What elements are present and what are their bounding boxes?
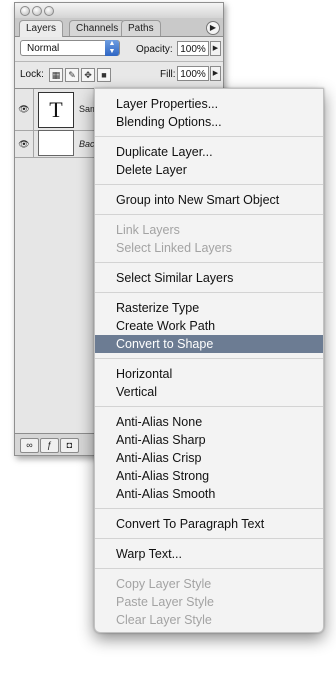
tab-layers[interactable]: Layers: [19, 20, 64, 37]
link-layers-icon[interactable]: ∞: [20, 438, 39, 453]
chevron-right-icon: ▶: [212, 45, 219, 52]
tab-channels[interactable]: Channels: [69, 20, 126, 36]
menu-separator: [95, 136, 323, 137]
menu-item-convert-to-shape[interactable]: Convert to Shape: [95, 335, 323, 353]
menu-item-group-into-new-smart-object[interactable]: Group into New Smart Object: [95, 191, 323, 209]
menu-item-link-layers: Link Layers: [116, 223, 180, 237]
menu-item-convert-to-paragraph-text[interactable]: Convert To Paragraph Text: [95, 515, 323, 533]
menu-separator: [95, 214, 323, 215]
blend-mode-value: Normal: [27, 43, 60, 54]
fill-label: Fill:: [160, 69, 176, 80]
lock-move-icon[interactable]: ✥: [81, 68, 95, 82]
palette-menu-button[interactable]: ▶: [206, 21, 220, 35]
menu-item-duplicate-layer[interactable]: Duplicate Layer...: [95, 143, 323, 161]
menu-separator: [95, 538, 323, 539]
zoom-window-icon[interactable]: [44, 6, 54, 16]
text-layer-thumbnail: T: [38, 92, 74, 128]
menu-item-rasterize-type[interactable]: Rasterize Type: [95, 299, 323, 317]
menu-item-anti-alias-smooth[interactable]: Anti-Alias Smooth: [95, 485, 323, 503]
menu-item-blending-options[interactable]: Blending Options...: [95, 113, 323, 131]
menu-separator: [95, 508, 323, 509]
palette-tabs: Layers Channels Paths ▶: [15, 18, 223, 37]
background-layer-thumbnail: [38, 130, 74, 156]
menu-item-delete-layer[interactable]: Delete Layer: [95, 161, 323, 179]
chevron-right-icon: ▶: [212, 70, 219, 77]
menu-separator: [95, 406, 323, 407]
lock-label: Lock:: [20, 69, 44, 80]
menu-separator: [95, 184, 323, 185]
layer-style-icon[interactable]: ƒ: [40, 438, 59, 453]
menu-item-anti-alias-strong[interactable]: Anti-Alias Strong: [95, 467, 323, 485]
menu-item-anti-alias-sharp[interactable]: Anti-Alias Sharp: [95, 431, 323, 449]
eye-icon[interactable]: 👁: [15, 89, 34, 130]
chevron-right-icon: ▶: [209, 23, 217, 32]
menu-separator: [95, 292, 323, 293]
menu-item-paste-layer-style: Paste Layer Style: [116, 595, 214, 609]
fill-slider-button[interactable]: ▶: [210, 66, 221, 81]
lock-all-icon[interactable]: ■: [97, 68, 111, 82]
menu-item-create-work-path[interactable]: Create Work Path: [95, 317, 323, 335]
palette-titlebar: [15, 3, 223, 18]
lock-transparency-icon[interactable]: ▦: [49, 68, 63, 82]
lock-paint-brush-icon[interactable]: ✎: [65, 68, 79, 82]
menu-item-copy-layer-style: Copy Layer Style: [116, 577, 212, 591]
menu-item-clear-layer-style: Clear Layer Style: [116, 613, 212, 627]
up-down-arrows-icon: ▲ ▼: [105, 40, 119, 56]
blend-mode-select[interactable]: Normal ▲ ▼: [20, 40, 120, 56]
fill-field[interactable]: 100%: [177, 66, 209, 81]
tab-paths[interactable]: Paths: [121, 20, 161, 36]
menu-item-select-linked-layers: Select Linked Layers: [116, 241, 233, 255]
eye-icon[interactable]: 👁: [15, 131, 34, 157]
menu-item-vertical[interactable]: Vertical: [95, 383, 323, 401]
opacity-label: Opacity:: [136, 44, 173, 55]
menu-separator: [95, 568, 323, 569]
layer-mask-icon[interactable]: ◘: [60, 438, 79, 453]
close-window-icon[interactable]: [20, 6, 30, 16]
minimize-window-icon[interactable]: [32, 6, 42, 16]
menu-separator: [95, 262, 323, 263]
menu-separator: [95, 358, 323, 359]
opacity-slider-button[interactable]: ▶: [210, 41, 221, 56]
menu-item-anti-alias-crisp[interactable]: Anti-Alias Crisp: [95, 449, 323, 467]
menu-item-horizontal[interactable]: Horizontal: [95, 365, 323, 383]
blend-opacity-row: Normal ▲ ▼ Opacity: 100% ▶: [15, 37, 223, 61]
menu-item-warp-text[interactable]: Warp Text...: [95, 545, 323, 563]
opacity-field[interactable]: 100%: [177, 41, 209, 56]
context-menu: Layer Properties... Blending Options... Du…: [94, 88, 324, 633]
menu-item-select-similar-layers[interactable]: Select Similar Layers: [95, 269, 323, 287]
menu-item-anti-alias-none[interactable]: Anti-Alias None: [95, 413, 323, 431]
lock-fill-row: Lock: ▦ ✎ ✥ ■ Fill: 100% ▶: [15, 61, 223, 88]
menu-item-layer-properties[interactable]: Layer Properties...: [95, 95, 323, 113]
